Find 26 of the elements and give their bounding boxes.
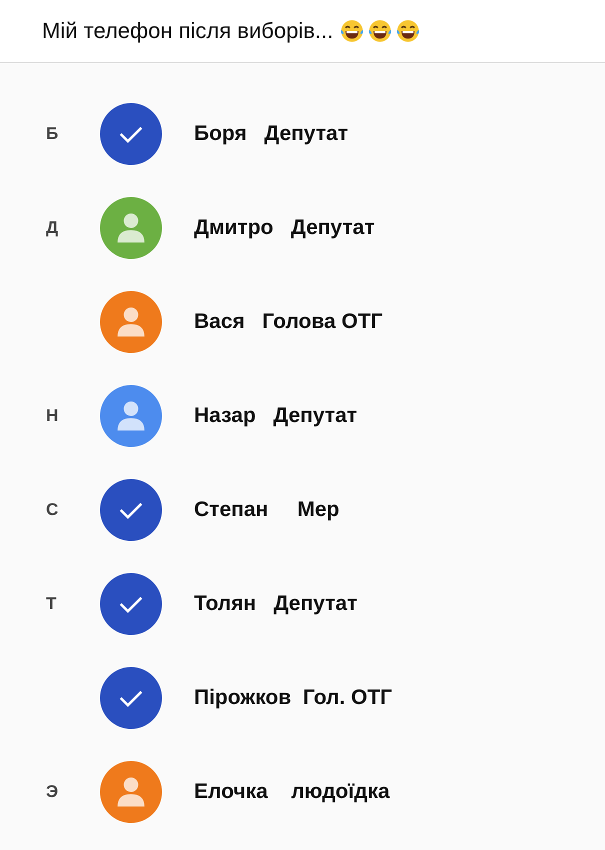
contact-name[interactable]: Толян Депутат — [194, 592, 358, 616]
index-letter: Т — [46, 594, 58, 614]
person-avatar-icon[interactable] — [100, 291, 162, 353]
contact-name[interactable]: Вася Голова ОТГ — [194, 310, 383, 334]
laughing-emoji-icon — [367, 18, 394, 44]
person-avatar-icon[interactable] — [100, 385, 162, 447]
person-avatar-icon[interactable] — [100, 197, 162, 259]
contact-name[interactable]: Дмитро Депутат — [194, 216, 375, 240]
index-letter: Б — [46, 124, 60, 144]
laughing-emoji-icon — [395, 18, 422, 44]
index-letter: Э — [46, 782, 60, 802]
contact-name[interactable]: Пірожков Гол. ОТГ — [194, 686, 392, 710]
index-letter: С — [46, 500, 60, 520]
contact-name[interactable]: Назар Депутат — [194, 404, 358, 428]
checked-avatar-icon[interactable] — [100, 573, 162, 635]
contact-name[interactable]: Степан Мер — [194, 498, 340, 522]
index-letter: Н — [46, 406, 60, 426]
contact-name[interactable]: Боря Депутат — [194, 122, 348, 146]
caption-text: Мій телефон після виборів... — [42, 18, 334, 44]
person-avatar-icon[interactable] — [100, 761, 162, 823]
index-letter: Д — [46, 218, 60, 238]
checked-avatar-icon[interactable] — [100, 667, 162, 729]
contact-name[interactable]: Елочка людоїдка — [194, 780, 390, 804]
checked-avatar-icon[interactable] — [100, 103, 162, 165]
checked-avatar-icon[interactable] — [100, 479, 162, 541]
laughing-emoji-icon — [339, 18, 366, 44]
